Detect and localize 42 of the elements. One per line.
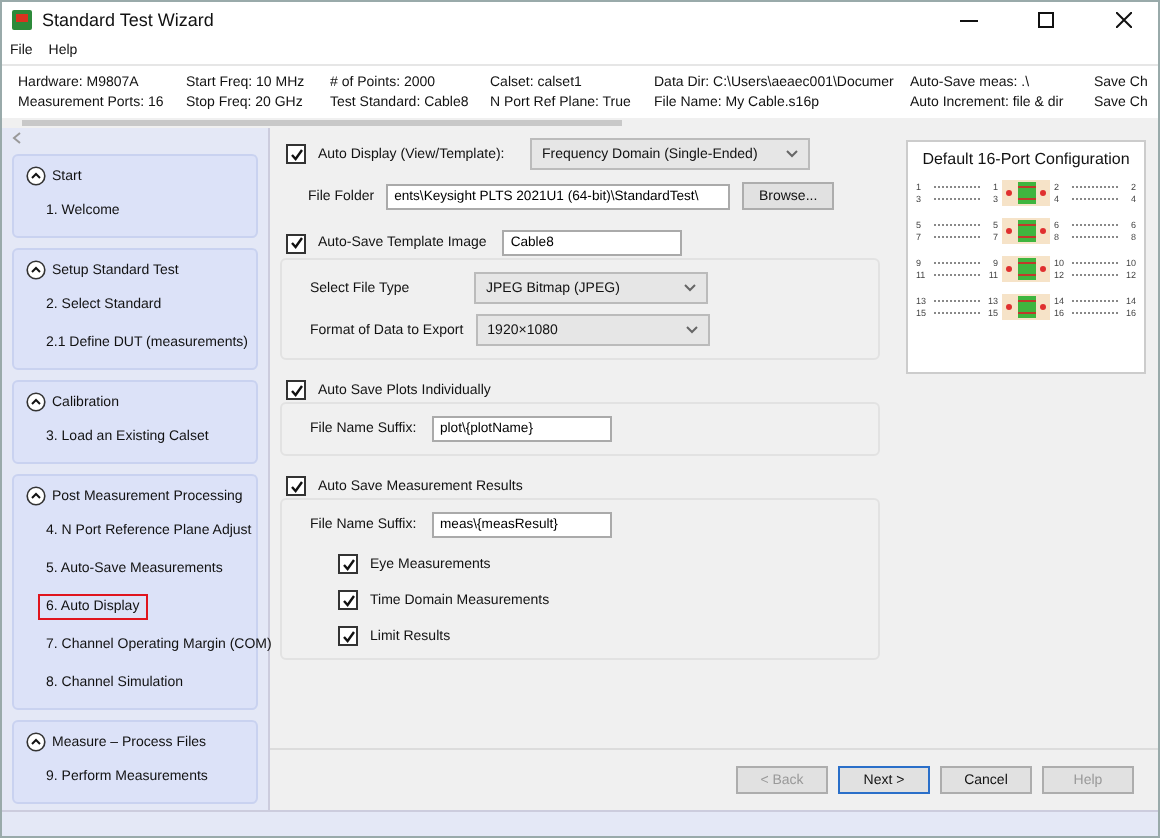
leader-line xyxy=(1072,262,1118,264)
window-title: Standard Test Wizard xyxy=(42,10,216,30)
leader-line xyxy=(1072,236,1118,238)
checkbox[interactable] xyxy=(286,380,306,400)
scrollbar-thumb[interactable] xyxy=(22,120,622,126)
leader-line xyxy=(934,224,980,226)
leader-line xyxy=(934,186,980,188)
checkbox[interactable] xyxy=(338,590,358,610)
leader-line xyxy=(934,262,980,264)
collapse-icon[interactable] xyxy=(26,166,46,186)
switch-module-drawing xyxy=(1002,180,1050,206)
leader-line xyxy=(934,312,980,314)
switch-module-drawing xyxy=(1002,218,1050,244)
leader-line xyxy=(1072,186,1118,188)
leader-line xyxy=(934,300,980,302)
checkbox[interactable] xyxy=(286,476,306,496)
collapse-icon[interactable] xyxy=(26,260,46,280)
chevron-down-icon xyxy=(786,150,798,158)
checkbox[interactable] xyxy=(286,233,306,253)
leader-line xyxy=(1072,198,1118,200)
collapse-icon[interactable] xyxy=(26,392,46,412)
minimize-icon[interactable] xyxy=(959,19,977,21)
checkbox[interactable] xyxy=(338,626,358,646)
leader-line xyxy=(1072,312,1118,314)
collapse-icon[interactable] xyxy=(26,732,46,752)
chevron-down-icon xyxy=(684,284,696,292)
switch-module-drawing xyxy=(1002,256,1050,282)
leader-line xyxy=(1072,274,1118,276)
leader-line xyxy=(934,236,980,238)
collapse-icon[interactable] xyxy=(26,486,46,506)
checkbox[interactable] xyxy=(338,554,358,574)
leader-line xyxy=(934,198,980,200)
leader-line xyxy=(934,274,980,276)
chevron-down-icon xyxy=(685,326,698,334)
diagram-title: Default 16-Port Configuration xyxy=(920,150,1132,168)
maximize-icon[interactable] xyxy=(1038,12,1054,28)
leader-line xyxy=(1072,224,1118,226)
checkbox[interactable] xyxy=(286,144,306,164)
app-icon xyxy=(12,10,32,30)
close-icon[interactable] xyxy=(1116,12,1132,28)
leader-line xyxy=(1072,300,1118,302)
switch-module-drawing xyxy=(1002,294,1050,320)
